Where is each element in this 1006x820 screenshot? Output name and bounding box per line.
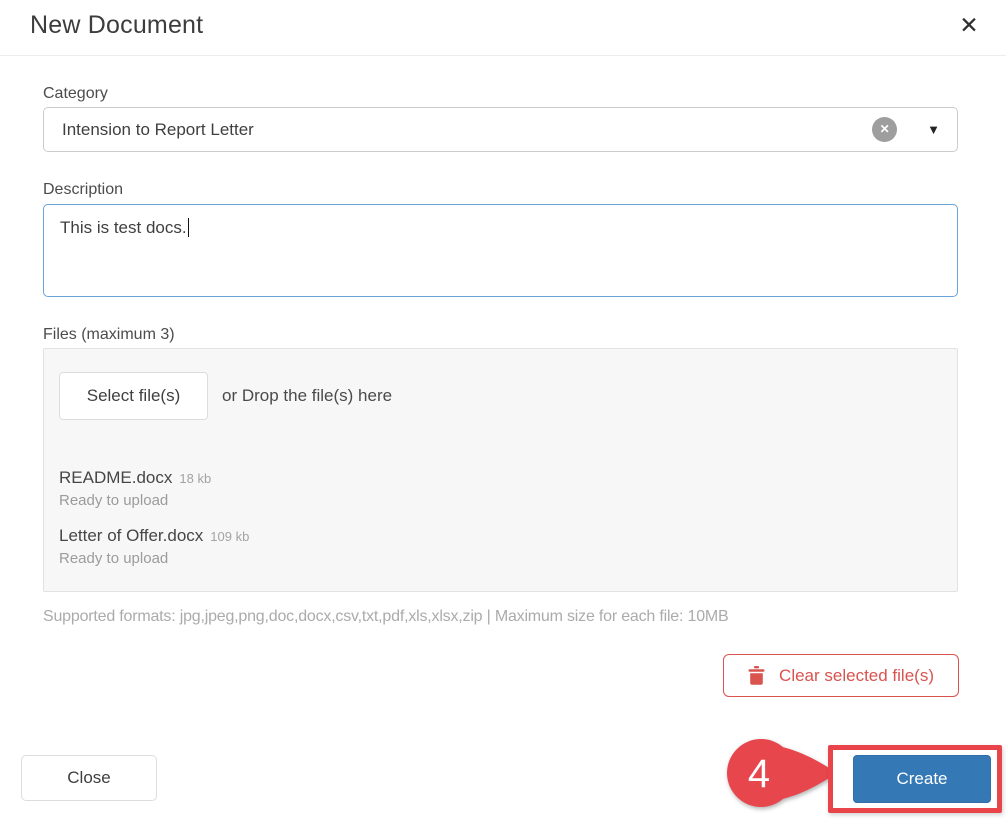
category-select[interactable]: Intension to Report Letter ✕ ▼ — [43, 107, 958, 152]
file-name: Letter of Offer.docx — [59, 526, 203, 545]
file-size: 18 kb — [179, 471, 211, 486]
clear-selected-files-label: Clear selected file(s) — [779, 666, 934, 686]
dialog-header: New Document ✕ — [0, 0, 1006, 56]
file-list-item: README.docx 18 kb Ready to upload — [59, 468, 942, 509]
clear-selected-files-button[interactable]: Clear selected file(s) — [723, 654, 959, 697]
close-icon: ✕ — [959, 12, 978, 38]
description-value: This is test docs. — [60, 218, 187, 237]
category-label: Category — [43, 85, 108, 103]
select-files-button[interactable]: Select file(s) — [59, 372, 208, 420]
text-cursor — [188, 218, 189, 237]
dialog-title: New Document — [30, 11, 203, 40]
description-textarea[interactable]: This is test docs. — [43, 204, 958, 297]
dialog-close-button[interactable]: ✕ — [952, 8, 986, 42]
file-size: 109 kb — [210, 529, 249, 544]
clear-category-icon[interactable]: ✕ — [872, 117, 897, 142]
file-status: Ready to upload — [59, 550, 942, 567]
close-button[interactable]: Close — [21, 755, 157, 801]
create-button[interactable]: Create — [853, 755, 991, 803]
drop-hint: or Drop the file(s) here — [222, 386, 392, 406]
files-label: Files (maximum 3) — [43, 326, 175, 344]
category-value: Intension to Report Letter — [62, 120, 872, 140]
step-number: 4 — [748, 752, 770, 796]
file-list-item: Letter of Offer.docx 109 kb Ready to uplo… — [59, 526, 942, 567]
dropdown-caret-icon[interactable]: ▼ — [927, 122, 940, 137]
step-balloon-icon: 4 — [722, 736, 840, 812]
file-dropzone[interactable]: Select file(s) or Drop the file(s) here … — [43, 348, 958, 592]
description-label: Description — [43, 181, 123, 199]
file-status: Ready to upload — [59, 492, 942, 509]
file-name: README.docx — [59, 468, 172, 487]
drop-row: Select file(s) or Drop the file(s) here — [59, 372, 942, 420]
formats-note: Supported formats: jpg,jpeg,png,doc,docx… — [43, 608, 729, 626]
annotation-highlight-box: Create — [828, 745, 1002, 813]
trash-icon — [748, 666, 765, 685]
new-document-dialog: New Document ✕ Category Intension to Rep… — [0, 0, 1006, 820]
